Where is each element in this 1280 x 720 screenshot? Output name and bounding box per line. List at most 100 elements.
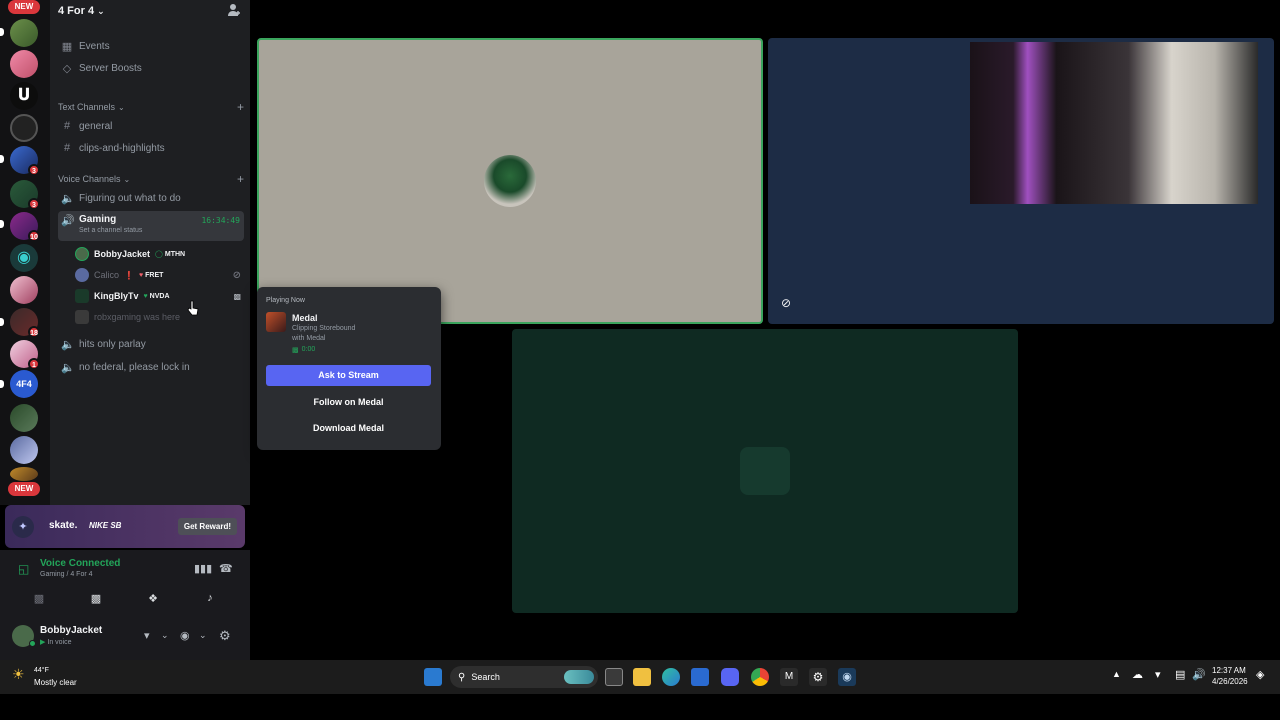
- boost-icon: ◇: [62, 62, 72, 75]
- channel-label: hits only parlay: [79, 338, 146, 350]
- edge-icon[interactable]: [662, 668, 680, 686]
- voice-channels-category[interactable]: Voice Channels ⌄ +: [58, 172, 244, 186]
- chrome-icon[interactable]: [751, 668, 769, 686]
- voice-user-bobbyjacket[interactable]: BobbyJacket ◯ MTHN: [75, 244, 245, 264]
- popup-heading: Playing Now: [266, 297, 305, 304]
- new-servers-pill[interactable]: NEW: [8, 0, 40, 14]
- task-view-icon[interactable]: [605, 668, 623, 686]
- server-icon[interactable]: [10, 276, 38, 304]
- server-icon[interactable]: 10: [10, 212, 40, 242]
- settings-taskbar-icon[interactable]: ⚙: [809, 668, 827, 686]
- signal-icon[interactable]: ◱: [18, 562, 29, 576]
- voice-channel-gaming[interactable]: 🔊 Gaming Set a channel status 16:34:49: [58, 211, 244, 241]
- network-icon[interactable]: ▤: [1175, 668, 1185, 681]
- download-medal-button[interactable]: Download Medal: [266, 418, 431, 439]
- voice-channel-figuring-out[interactable]: 🔈 Figuring out what to do: [58, 188, 244, 208]
- server-icon[interactable]: [10, 467, 38, 481]
- disconnect-icon[interactable]: ☎: [219, 562, 233, 575]
- headphones-icon[interactable]: ◉: [180, 629, 190, 642]
- channel-general[interactable]: # general: [58, 116, 244, 136]
- chevron-up-icon[interactable]: ▲: [1112, 669, 1121, 679]
- add-member-icon[interactable]: [227, 3, 241, 17]
- voice-user-robxgaming[interactable]: robxgaming was here: [75, 307, 245, 327]
- clan-tag-text: MTHN: [164, 250, 186, 258]
- server-icon[interactable]: [10, 114, 38, 142]
- game-detail: Clipping Storebound: [292, 325, 356, 332]
- video-tile-webcam[interactable]: ⊘: [768, 38, 1274, 324]
- server-icon-4f4[interactable]: 4F4: [10, 370, 38, 398]
- category-label: Text Channels: [58, 102, 116, 112]
- elapsed-wrapper: ▩ 0:00: [292, 346, 315, 354]
- search-box[interactable]: ⚲ Search: [450, 666, 598, 688]
- muted-microphone-icon: ⊘: [781, 296, 792, 310]
- screen-share-button[interactable]: ▩: [74, 590, 118, 606]
- channel-label: Gaming: [79, 214, 117, 225]
- server-icon[interactable]: [10, 436, 38, 464]
- voice-user-calico[interactable]: Calico ❗ ♥ FRET ⊘: [75, 265, 245, 285]
- discord-icon[interactable]: [721, 668, 739, 686]
- sidebar-item-server-boosts[interactable]: ◇ Server Boosts: [58, 58, 244, 78]
- chevron-down-icon: ⌄: [123, 174, 131, 184]
- gear-icon[interactable]: ⚙: [219, 628, 231, 644]
- notification-bell-icon[interactable]: ◈: [1256, 668, 1264, 681]
- store-icon[interactable]: [691, 668, 709, 686]
- noise-suppression-icon[interactable]: ▮▮▮: [194, 562, 212, 575]
- add-channel-icon[interactable]: +: [237, 172, 244, 186]
- ask-to-stream-button[interactable]: Ask to Stream: [266, 365, 431, 386]
- sidebar-item-events[interactable]: ▦ Events: [58, 36, 244, 56]
- weather-icon[interactable]: ☀: [12, 666, 25, 683]
- server-icon[interactable]: 3: [10, 180, 40, 210]
- clock-date[interactable]: 4/26/2026: [1212, 677, 1248, 686]
- chevron-down-icon[interactable]: ⌄: [199, 630, 207, 641]
- shield-icon: ◯: [155, 251, 163, 258]
- camera-off-button[interactable]: ▩: [17, 590, 61, 606]
- windows-start-icon[interactable]: [424, 668, 442, 686]
- server-icon[interactable]: [10, 404, 38, 432]
- server-icon[interactable]: [10, 19, 38, 47]
- cloud-icon[interactable]: ☁: [1132, 668, 1143, 681]
- clock-time[interactable]: 12:37 AM: [1212, 666, 1246, 675]
- unread-indicator: [0, 380, 4, 388]
- voice-channel-hits-only-parlay[interactable]: 🔈 hits only parlay: [58, 334, 244, 354]
- weather-desc[interactable]: Mostly clear: [34, 678, 77, 687]
- promo-banner[interactable]: ✦ skate. NIKE SB Get Reward!: [5, 505, 245, 548]
- voice-channel-no-federal[interactable]: 🔈 no federal, please lock in: [58, 357, 244, 377]
- file-explorer-icon[interactable]: [633, 668, 651, 686]
- user-panel-name[interactable]: BobbyJacket: [40, 625, 102, 636]
- add-channel-icon[interactable]: +: [237, 100, 244, 114]
- speaker-icon: ▶: [40, 639, 46, 646]
- server-icon[interactable]: 1: [10, 340, 40, 370]
- game-controller-icon: ▩: [233, 291, 241, 301]
- chevron-down-icon[interactable]: ⌄: [161, 630, 169, 641]
- hashtag-icon: #: [63, 120, 71, 132]
- sidebar-item-label: Events: [79, 40, 110, 52]
- channel-clips-and-highlights[interactable]: # clips-and-highlights: [58, 138, 244, 158]
- text-channels-category[interactable]: Text Channels ⌄ +: [58, 100, 244, 114]
- video-tile-kingblytv[interactable]: [512, 329, 1018, 613]
- guild-header[interactable]: 4 For 4 ⌄: [58, 4, 105, 18]
- channel-status-placeholder[interactable]: Set a channel status: [79, 227, 142, 234]
- soundboard-button[interactable]: ♪: [188, 590, 232, 606]
- voice-status[interactable]: Voice Connected: [40, 558, 120, 569]
- voice-user-kingblytv[interactable]: KingBlyTv ♥ NVDA ▩: [75, 286, 245, 306]
- weather-temp[interactable]: 44°F: [34, 667, 49, 674]
- server-icon[interactable]: 18: [10, 308, 40, 338]
- server-icon[interactable]: 3: [10, 146, 40, 176]
- alert-icon: ❗: [124, 270, 134, 280]
- get-reward-button[interactable]: Get Reward!: [177, 518, 237, 535]
- activities-button[interactable]: ❖: [131, 590, 175, 606]
- server-icon[interactable]: ◉: [10, 244, 38, 272]
- video-tile-bobbyjacket[interactable]: [257, 38, 763, 324]
- follow-on-medal-button[interactable]: Follow on Medal: [266, 392, 431, 413]
- avatar: [740, 447, 790, 495]
- steam-icon[interactable]: ◉: [838, 668, 856, 686]
- server-icon[interactable]: 𝐔: [10, 82, 38, 110]
- new-servers-pill[interactable]: NEW: [8, 482, 40, 496]
- volume-icon[interactable]: 🔊: [1192, 668, 1206, 681]
- server-icon[interactable]: [10, 50, 38, 78]
- medal-taskbar-icon[interactable]: M: [780, 668, 798, 686]
- promo-partner: NIKE SB: [89, 521, 122, 530]
- microphone-icon[interactable]: ▾: [144, 629, 150, 642]
- voice-location[interactable]: Gaming / 4 For 4: [40, 571, 93, 578]
- microphone-icon[interactable]: ▾: [1155, 668, 1161, 681]
